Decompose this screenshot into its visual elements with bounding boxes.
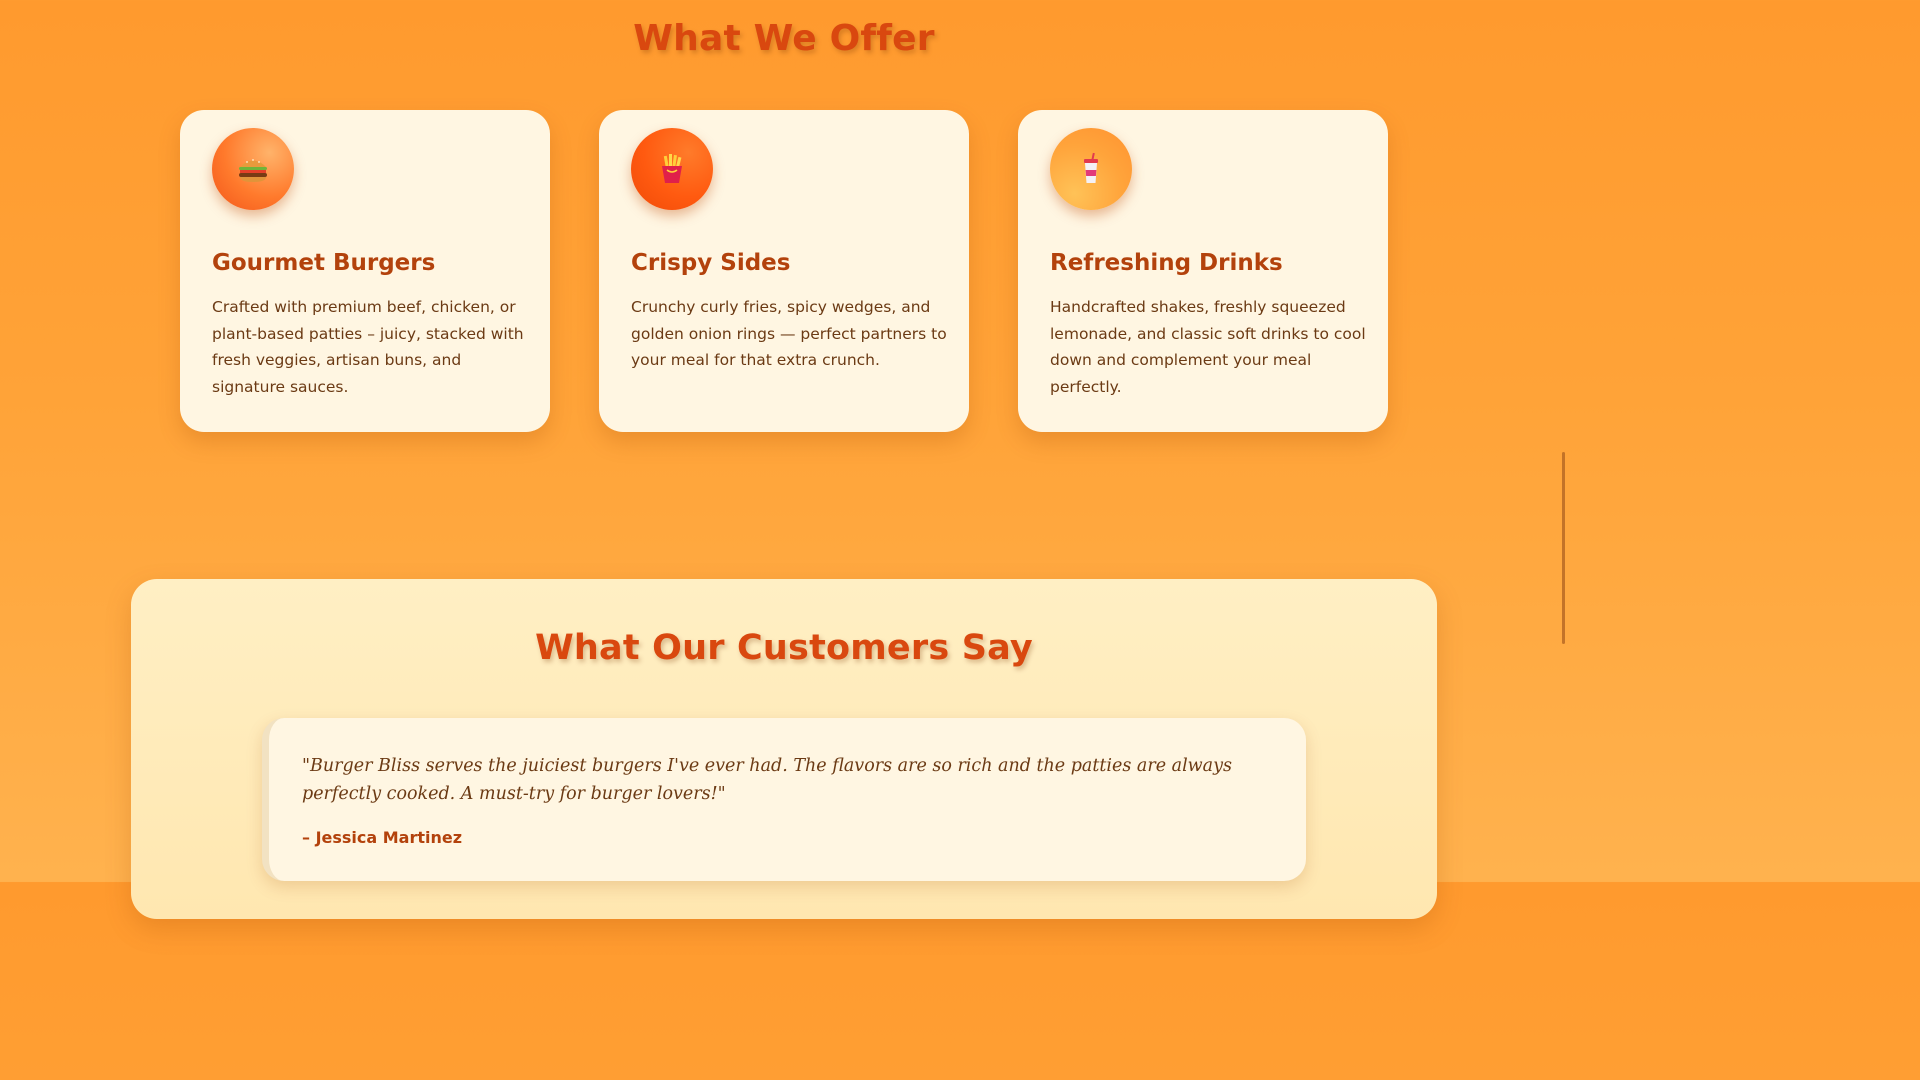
offer-card-title: Refreshing Drinks <box>1050 250 1283 276</box>
offer-section-title: What We Offer <box>633 18 935 59</box>
offer-card-title: Gourmet Burgers <box>212 250 436 276</box>
page: What We Offer Gourmet Burgers Crafted wi… <box>0 0 1568 919</box>
drink-icon <box>1050 128 1132 210</box>
testimonial-quote: "Burger Bliss serves the juiciest burger… <box>302 756 1232 804</box>
offer-card-title: Crispy Sides <box>631 250 791 276</box>
offer-card-description: Crunchy curly fries, spicy wedges, and g… <box>631 298 947 369</box>
fries-icon <box>631 128 713 210</box>
testimonials-title: What Our Customers Say <box>535 628 1033 668</box>
offer-card-sides: Crispy Sides Crunchy curly fries, spicy … <box>599 110 969 432</box>
testimonial-author: – Jessica Martinez <box>302 828 463 847</box>
testimonial-card: "Burger Bliss serves the juiciest burger… <box>262 718 1306 881</box>
offer-card-description: Crafted with premium beef, chicken, or p… <box>212 298 524 396</box>
scrollbar-thumb[interactable] <box>1562 452 1565 644</box>
offer-card-burgers: Gourmet Burgers Crafted with premium bee… <box>180 110 550 432</box>
offer-card-description: Handcrafted shakes, freshly squeezed lem… <box>1050 298 1366 396</box>
offer-card-drinks: Refreshing Drinks Handcrafted shakes, fr… <box>1018 110 1388 432</box>
burger-icon <box>212 128 294 210</box>
